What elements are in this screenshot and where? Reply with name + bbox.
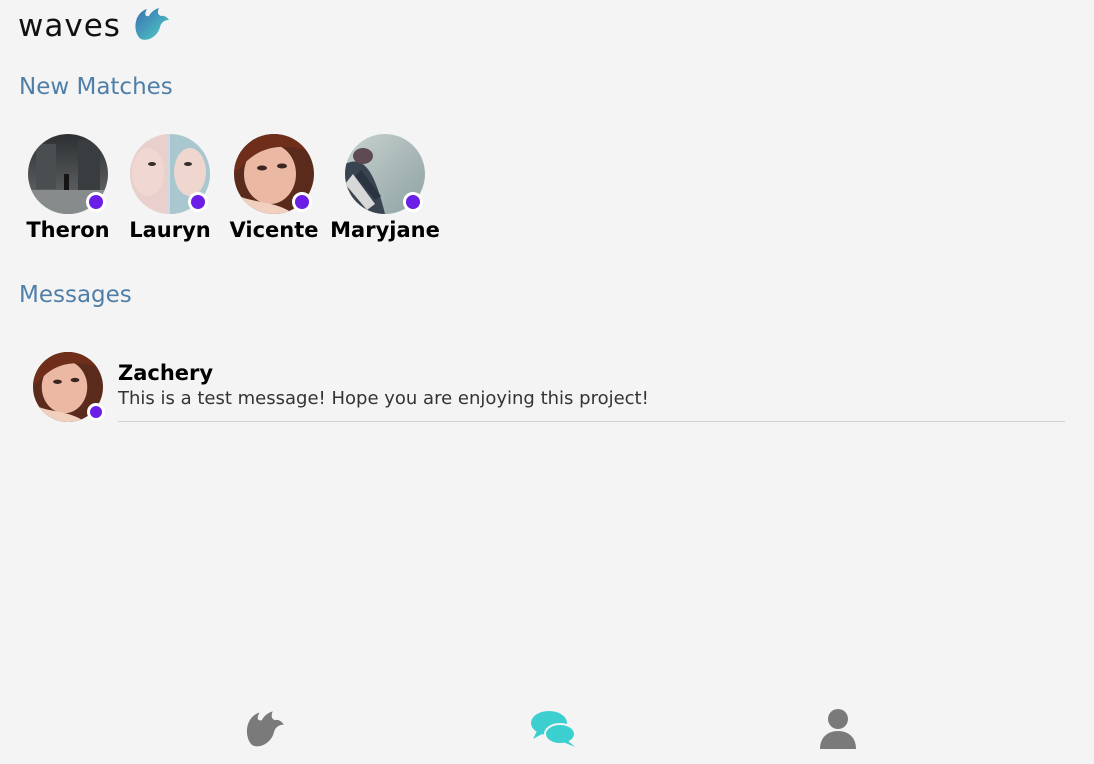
conversation-body[interactable]: Zachery This is a test message! Hope you… [118,352,1065,422]
online-status-dot [86,192,106,212]
messages-title: Messages [19,282,132,308]
app-root: waves New Matches Theron Lauryn Vicente … [0,0,1094,764]
avatar[interactable] [33,352,105,422]
waves-logo-icon [131,4,171,48]
new-matches-list: Theron Lauryn Vicente Maryjane [20,134,446,242]
nav-waves-button[interactable] [240,705,288,753]
brand-header: waves [18,4,171,48]
match-name: Vicente [229,218,319,242]
avatar[interactable] [130,134,210,214]
nav-messages-button[interactable] [529,705,577,753]
bottom-nav [0,700,1094,760]
avatar[interactable] [234,134,314,214]
new-matches-title: New Matches [19,74,173,100]
match-name: Maryjane [330,218,440,242]
online-status-dot [87,403,105,421]
match-item-theron[interactable]: Theron [20,134,116,242]
nav-profile-button[interactable] [814,705,862,753]
match-item-vicente[interactable]: Vicente [224,134,324,242]
conversation-name: Zachery [118,361,214,385]
user-icon [820,709,856,749]
online-status-dot [188,192,208,212]
online-status-dot [292,192,312,212]
match-item-lauryn[interactable]: Lauryn [122,134,218,242]
brand-name: waves [18,8,121,44]
match-name: Theron [26,218,110,242]
conversation-preview: This is a test message! Hope you are enj… [118,388,649,409]
avatar[interactable] [28,134,108,214]
conversation-item-zachery[interactable]: Zachery This is a test message! Hope you… [33,352,1065,422]
avatar[interactable] [345,134,425,214]
match-name: Lauryn [129,218,211,242]
online-status-dot [403,192,423,212]
match-item-maryjane[interactable]: Maryjane [330,134,440,242]
waves-icon [246,711,284,747]
chat-bubbles-icon [531,711,576,747]
